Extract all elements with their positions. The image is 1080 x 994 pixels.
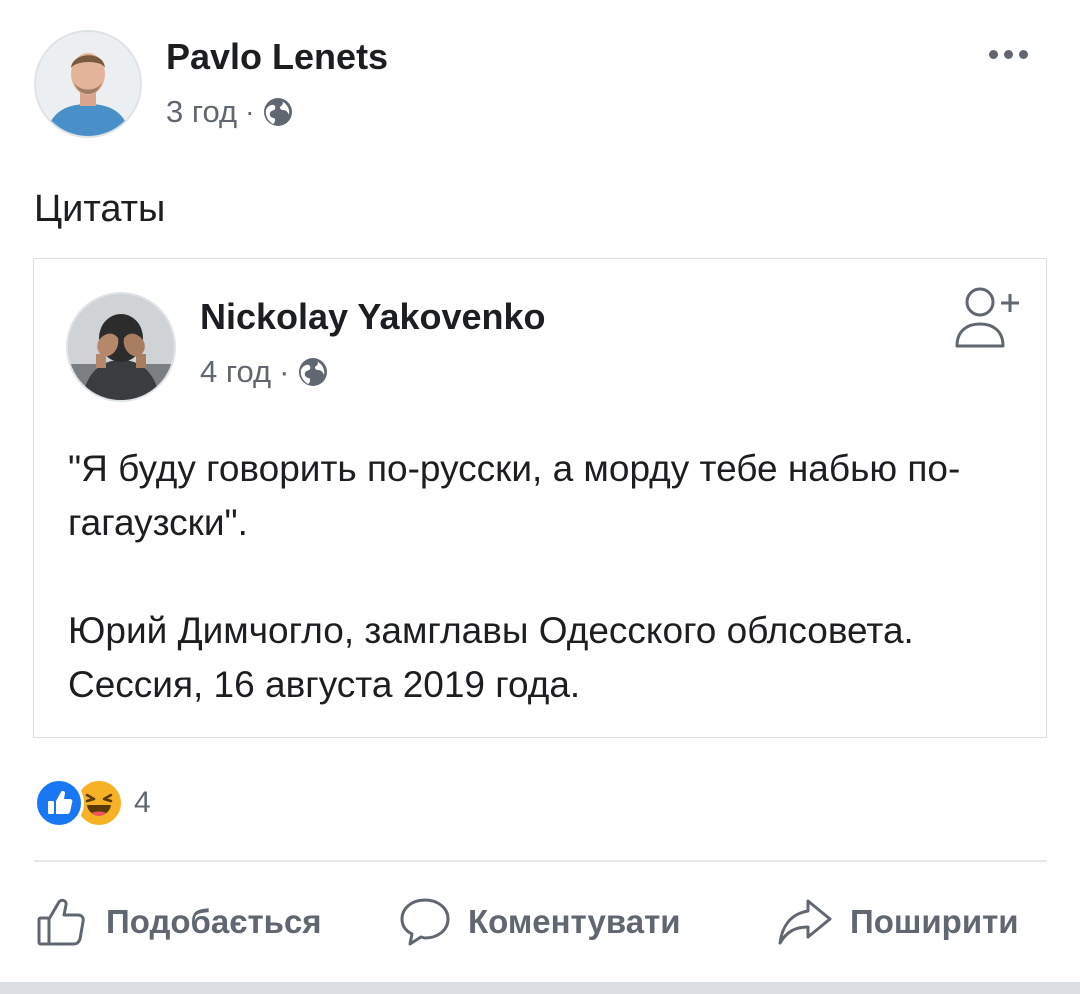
more-dot bbox=[1003, 49, 1013, 59]
globe-icon bbox=[262, 96, 294, 128]
shared-post-body: "Я буду говорить по-русски, а морду тебе… bbox=[68, 442, 968, 712]
like-reaction-icon bbox=[34, 778, 84, 828]
globe-icon bbox=[297, 356, 329, 388]
shared-post-attribution: Юрий Димчогло, замглавы Одесского облсов… bbox=[68, 610, 914, 705]
author-name[interactable]: Pavlo Lenets bbox=[166, 36, 388, 78]
shared-post-time[interactable]: 4 год bbox=[200, 354, 271, 390]
comment-button[interactable]: Коментувати bbox=[398, 892, 681, 952]
post-text: Цитаты bbox=[34, 188, 166, 230]
like-label: Подобається bbox=[106, 903, 322, 940]
share-label: Поширити bbox=[850, 903, 1019, 940]
meta-separator: · bbox=[245, 96, 255, 127]
share-button[interactable]: Поширити bbox=[776, 892, 1019, 952]
author-avatar[interactable] bbox=[34, 30, 142, 138]
add-friend-icon[interactable] bbox=[950, 284, 1026, 354]
comment-label: Коментувати bbox=[468, 903, 681, 940]
shared-author-avatar[interactable] bbox=[66, 292, 176, 402]
thumbs-up-icon bbox=[34, 894, 90, 950]
share-arrow-icon bbox=[776, 895, 834, 949]
feed-separator bbox=[0, 982, 1080, 994]
more-options-icon[interactable] bbox=[980, 36, 1036, 72]
comment-bubble-icon bbox=[398, 895, 452, 949]
like-button[interactable]: Подобається bbox=[34, 892, 322, 952]
more-dot bbox=[988, 49, 998, 59]
shared-post-meta: 4 год · bbox=[200, 354, 329, 390]
shared-post-quote: "Я буду говорить по-русски, а морду тебе… bbox=[68, 448, 961, 543]
more-dot bbox=[1018, 49, 1028, 59]
action-divider bbox=[34, 860, 1047, 862]
reaction-count: 4 bbox=[134, 786, 151, 819]
meta-separator: · bbox=[279, 354, 290, 389]
post-meta: 3 год · bbox=[166, 94, 294, 130]
shared-author-name[interactable]: Nickolay Yakovenko bbox=[200, 296, 546, 338]
reactions-summary[interactable]: 4 bbox=[34, 778, 151, 828]
post-time[interactable]: 3 год bbox=[166, 94, 237, 130]
